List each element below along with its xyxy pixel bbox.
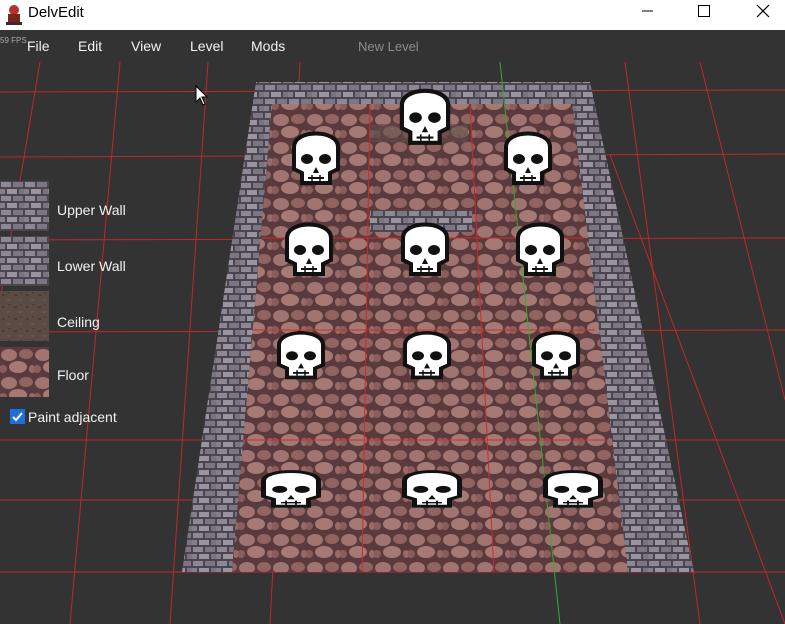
window-title: DelvEdit bbox=[28, 4, 84, 21]
skull-marker[interactable] bbox=[401, 222, 449, 276]
skull-marker[interactable] bbox=[532, 330, 580, 380]
texture-label: Floor bbox=[57, 367, 89, 383]
fps-counter: 59 FPS bbox=[0, 36, 27, 45]
skull-marker[interactable] bbox=[264, 472, 319, 507]
menu-edit[interactable]: Edit bbox=[78, 38, 102, 54]
dirt-texture-icon bbox=[0, 291, 49, 341]
skull-marker[interactable] bbox=[516, 222, 564, 276]
texture-floor[interactable]: Floor bbox=[0, 347, 200, 397]
texture-lower-wall[interactable]: Lower Wall bbox=[0, 236, 200, 286]
checkmark-icon bbox=[12, 412, 23, 422]
texture-label: Lower Wall bbox=[57, 258, 126, 274]
paint-adjacent-label: Paint adjacent bbox=[28, 409, 117, 425]
texture-label: Ceiling bbox=[57, 314, 100, 330]
texture-upper-wall[interactable]: Upper Wall bbox=[0, 181, 200, 231]
skull-marker[interactable] bbox=[546, 472, 601, 507]
menu-mods[interactable]: Mods bbox=[251, 38, 285, 54]
skull-marker[interactable] bbox=[405, 472, 460, 507]
skull-marker[interactable] bbox=[277, 330, 325, 380]
close-icon bbox=[756, 4, 770, 18]
close-button[interactable] bbox=[739, 0, 785, 30]
skull-marker[interactable] bbox=[285, 222, 333, 276]
menu-view[interactable]: View bbox=[131, 38, 161, 54]
texture-label: Upper Wall bbox=[57, 202, 126, 218]
skull-marker[interactable] bbox=[504, 131, 552, 185]
title-bar: DelvEdit bbox=[0, 0, 785, 30]
menu-file[interactable]: File bbox=[27, 38, 50, 54]
maximize-button[interactable] bbox=[680, 0, 726, 30]
paint-adjacent-checkbox[interactable] bbox=[10, 409, 25, 424]
minimize-button[interactable] bbox=[624, 0, 670, 30]
minimize-icon bbox=[642, 10, 653, 12]
menu-level[interactable]: Level bbox=[190, 38, 223, 54]
skull-marker[interactable] bbox=[402, 91, 448, 143]
cobblestone-texture-icon bbox=[0, 347, 49, 397]
skull-marker[interactable] bbox=[403, 330, 451, 380]
stone-brick-texture-icon bbox=[0, 236, 49, 286]
skull-marker[interactable] bbox=[292, 131, 340, 185]
level-name: New Level bbox=[358, 39, 419, 54]
texture-ceiling[interactable]: Ceiling bbox=[0, 291, 200, 341]
stone-brick-texture-icon bbox=[0, 181, 49, 231]
app-icon bbox=[6, 5, 22, 25]
maximize-icon bbox=[698, 5, 710, 17]
